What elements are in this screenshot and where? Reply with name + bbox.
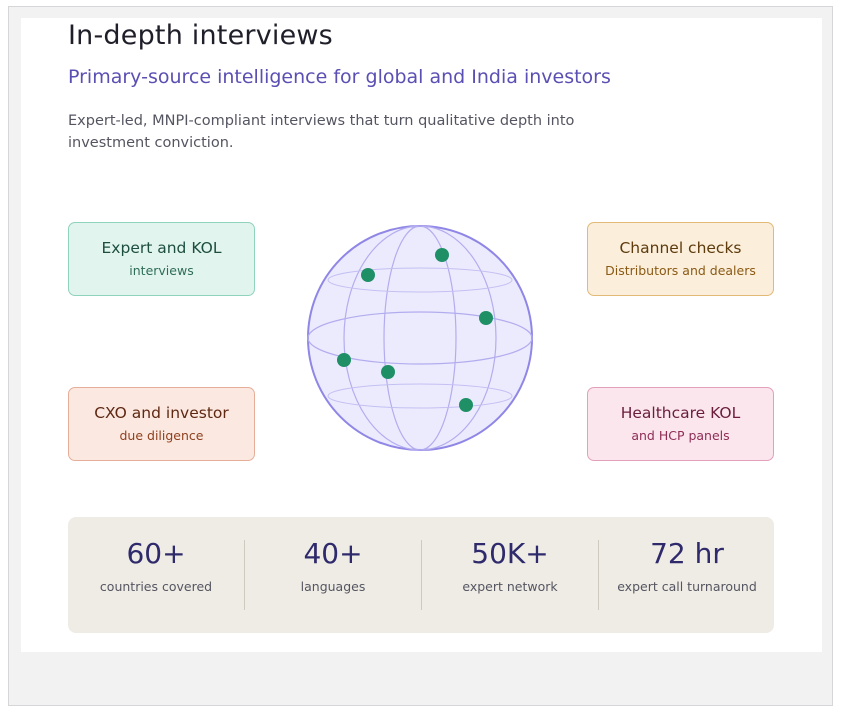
expert-kol-subtitle: interviews	[129, 263, 194, 278]
stat-value: 60+	[126, 537, 186, 570]
cxo-investor-box: CXO and investor due diligence	[68, 387, 255, 461]
stats-panel: 60+ countries covered 40+ languages 50K+…	[68, 517, 774, 633]
healthcare-kol-box: Healthcare KOL and HCP panels	[587, 387, 774, 461]
healthcare-kol-title: Healthcare KOL	[620, 404, 741, 422]
channel-checks-title: Channel checks	[619, 239, 742, 257]
stat-languages: 40+ languages	[245, 517, 421, 633]
globe-marker	[361, 268, 375, 282]
channel-checks-subtitle: Distributors and dealers	[605, 263, 756, 278]
stat-label: countries covered	[99, 579, 213, 594]
healthcare-kol-subtitle: and HCP panels	[631, 428, 730, 443]
expert-kol-box: Expert and KOL interviews	[68, 222, 255, 296]
globe-marker	[337, 353, 351, 367]
stat-countries: 60+ countries covered	[68, 517, 244, 633]
globe-outline	[307, 225, 533, 451]
stat-label: languages	[300, 579, 366, 594]
page-subtitle: Primary-source intelligence for global a…	[68, 66, 611, 88]
cxo-investor-title: CXO and investor	[94, 404, 229, 422]
cxo-investor-subtitle: due diligence	[119, 428, 204, 443]
page-description: Expert-led, MNPI-compliant interviews th…	[68, 113, 575, 151]
stat-label: expert network	[462, 579, 558, 594]
page-title: In-depth interviews	[68, 20, 333, 51]
stat-expert-network: 50K+ expert network	[422, 517, 598, 633]
globe-marker	[381, 365, 395, 379]
globe-marker	[435, 248, 449, 262]
stat-value: 40+	[303, 537, 363, 570]
stat-value: 72 hr	[650, 537, 724, 570]
globe-marker	[459, 398, 473, 412]
stat-turnaround: 72 hr expert call turnaround	[599, 517, 775, 633]
globe-marker	[479, 311, 493, 325]
stat-value: 50K+	[471, 537, 549, 570]
globe-icon	[307, 225, 533, 451]
stat-label: expert call turnaround	[617, 579, 757, 594]
expert-kol-title: Expert and KOL	[101, 239, 222, 257]
channel-checks-box: Channel checks Distributors and dealers	[587, 222, 774, 296]
